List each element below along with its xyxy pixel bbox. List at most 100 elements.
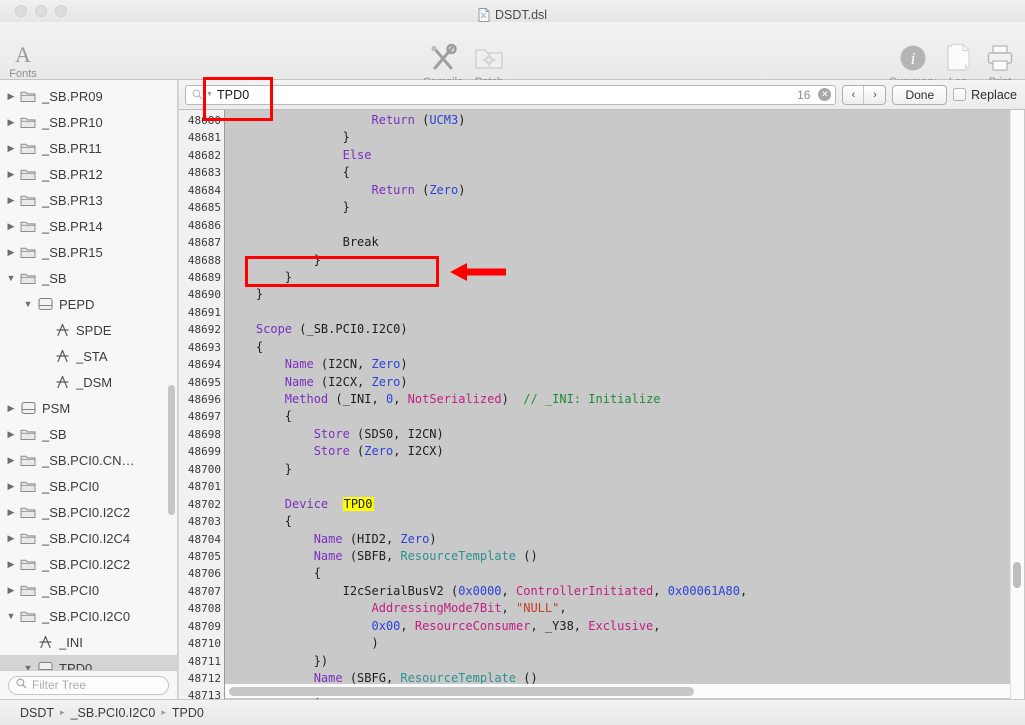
code-line[interactable]: Scope (_SB.PCI0.I2C0) bbox=[225, 321, 1025, 338]
chevron-right-icon[interactable]: ▶ bbox=[4, 455, 18, 465]
code-line[interactable]: Name (I2CX, Zero) bbox=[225, 374, 1025, 391]
breadcrumb-item[interactable]: TPD0 bbox=[172, 706, 204, 720]
chevron-down-icon[interactable]: ▼ bbox=[21, 299, 35, 309]
code-line[interactable]: Method (_INI, 0, NotSerialized) // _INI:… bbox=[225, 391, 1025, 408]
breadcrumb-item[interactable]: DSDT bbox=[20, 706, 54, 720]
chevron-right-icon[interactable]: ▶ bbox=[4, 195, 18, 205]
sidebar-item-tpd0[interactable]: ▼ TPD0 bbox=[0, 655, 177, 670]
chevron-right-icon[interactable]: ▶ bbox=[4, 559, 18, 569]
acpi-tree[interactable]: ▶ _SB.PR09 ▶ _SB.PR10 ▶ _SB.PR11 ▶ _SB.PR12 ▶ _SB… bbox=[0, 80, 177, 670]
clear-search-icon[interactable]: ✕ bbox=[818, 88, 832, 101]
breadcrumb-item[interactable]: _SB.PCI0.I2C0 bbox=[71, 706, 156, 720]
sidebar-item-sb-pr14[interactable]: ▶ _SB.PR14 bbox=[0, 213, 177, 239]
sidebar-item-sb-pr13[interactable]: ▶ _SB.PR13 bbox=[0, 187, 177, 213]
find-previous-button[interactable]: ‹ bbox=[843, 85, 865, 104]
code-line[interactable]: Name (SBFB, ResourceTemplate () bbox=[225, 548, 1025, 565]
chevron-right-icon[interactable]: ▶ bbox=[4, 481, 18, 491]
code-line[interactable]: Return (Zero) bbox=[225, 182, 1025, 199]
sidebar-item-pepd[interactable]: ▼ PEPD bbox=[0, 291, 177, 317]
sidebar-item-spde[interactable]: · SPDE bbox=[0, 317, 177, 343]
chevron-down-icon[interactable]: ▼ bbox=[4, 273, 18, 283]
code-line[interactable]: 0x00, ResourceConsumer, _Y38, Exclusive, bbox=[225, 618, 1025, 635]
code-token: , bbox=[393, 392, 408, 406]
code-line[interactable]: { bbox=[225, 565, 1025, 582]
code-line[interactable]: } bbox=[225, 461, 1025, 478]
sidebar-item-psm[interactable]: ▶ PSM bbox=[0, 395, 177, 421]
find-nav-segmented[interactable]: ‹ › bbox=[842, 84, 887, 105]
chevron-right-icon[interactable]: ▶ bbox=[4, 533, 18, 543]
code-line[interactable] bbox=[225, 217, 1025, 234]
chevron-down-icon[interactable]: ▼ bbox=[4, 611, 18, 621]
code-line[interactable]: } bbox=[225, 252, 1025, 269]
chevron-right-icon[interactable]: ▶ bbox=[4, 507, 18, 517]
editor-vertical-scrollbar[interactable] bbox=[1010, 110, 1024, 699]
chevron-right-icon[interactable]: ▶ bbox=[4, 91, 18, 101]
code-token: 0x0000 bbox=[458, 583, 502, 598]
sidebar-item-sta[interactable]: · _STA bbox=[0, 343, 177, 369]
find-input[interactable]: ▼ TPD0 16 ✕ bbox=[185, 84, 837, 105]
sidebar-item-sb-pci0-i2c2[interactable]: ▶ _SB.PCI0.I2C2 bbox=[0, 499, 177, 525]
code-line[interactable] bbox=[225, 478, 1025, 495]
folder-icon bbox=[18, 220, 38, 233]
code-line[interactable]: Name (I2CN, Zero) bbox=[225, 356, 1025, 373]
sidebar-item-sb[interactable]: ▶ _SB bbox=[0, 421, 177, 447]
chevron-right-icon[interactable]: ▶ bbox=[4, 117, 18, 127]
chevron-right-icon[interactable]: ▶ bbox=[4, 585, 18, 595]
code-line[interactable]: Device TPD0 bbox=[225, 496, 1025, 513]
find-next-button[interactable]: › bbox=[864, 86, 885, 104]
editor-horizontal-scrollbar[interactable] bbox=[225, 684, 1010, 698]
find-done-button[interactable]: Done bbox=[892, 84, 948, 105]
sidebar-item-sb[interactable]: ▼ _SB bbox=[0, 265, 177, 291]
sidebar-item-sb-pci0[interactable]: ▶ _SB.PCI0 bbox=[0, 577, 177, 603]
sidebar-item-sb-pci0-i2c2[interactable]: ▶ _SB.PCI0.I2C2 bbox=[0, 551, 177, 577]
chevron-right-icon[interactable]: ▶ bbox=[4, 169, 18, 179]
editor-vertical-scrollbar-thumb[interactable] bbox=[1013, 562, 1021, 588]
code-area[interactable]: 48680 48681 48682 48683 48684 48685 48686 48687… bbox=[179, 110, 1025, 699]
sidebar-scrollbar-thumb[interactable] bbox=[168, 385, 175, 515]
chevron-right-icon[interactable]: ▶ bbox=[4, 429, 18, 439]
code-line[interactable]: Return (UCM3) bbox=[225, 112, 1025, 129]
chevron-right-icon[interactable]: ▶ bbox=[4, 403, 18, 413]
replace-toggle[interactable]: Replace bbox=[953, 88, 1017, 102]
code-line[interactable]: Break bbox=[225, 234, 1025, 251]
sidebar-item-sb-pci0[interactable]: ▶ _SB.PCI0 bbox=[0, 473, 177, 499]
chevron-right-icon[interactable]: ▶ bbox=[4, 247, 18, 257]
sidebar-item-sb-pr12[interactable]: ▶ _SB.PR12 bbox=[0, 161, 177, 187]
chevron-down-icon[interactable]: ▼ bbox=[206, 91, 213, 98]
code-line[interactable]: { bbox=[225, 339, 1025, 356]
sidebar-item-sb-pr15[interactable]: ▶ _SB.PR15 bbox=[0, 239, 177, 265]
code-line[interactable]: { bbox=[225, 408, 1025, 425]
code-line[interactable]: ) bbox=[225, 635, 1025, 652]
filter-tree-input[interactable]: Filter Tree bbox=[8, 675, 169, 695]
code-line[interactable]: Store (Zero, I2CX) bbox=[225, 443, 1025, 460]
code-line[interactable]: }) bbox=[225, 653, 1025, 670]
replace-checkbox[interactable] bbox=[953, 88, 967, 101]
sidebar-item-ini[interactable]: · _INI bbox=[0, 629, 177, 655]
code-line[interactable]: Else bbox=[225, 147, 1025, 164]
code-line[interactable]: } bbox=[225, 286, 1025, 303]
sidebar-item-sb-pr11[interactable]: ▶ _SB.PR11 bbox=[0, 135, 177, 161]
sidebar-item-sb-pci0-i2c4[interactable]: ▶ _SB.PCI0.I2C4 bbox=[0, 525, 177, 551]
code-line[interactable]: { bbox=[225, 164, 1025, 181]
code-line[interactable]: Name (HID2, Zero) bbox=[225, 531, 1025, 548]
sidebar-item-sb-pr10[interactable]: ▶ _SB.PR10 bbox=[0, 109, 177, 135]
code-line[interactable]: } bbox=[225, 269, 1025, 286]
code-line[interactable]: I2cSerialBusV2 (0x0000, ControllerInitia… bbox=[225, 583, 1025, 600]
chevron-right-icon[interactable]: ▶ bbox=[4, 221, 18, 231]
code-line[interactable]: AddressingMode7Bit, "NULL", bbox=[225, 600, 1025, 617]
chevron-right-icon[interactable]: ▶ bbox=[4, 143, 18, 153]
line-number: 48682 bbox=[187, 148, 221, 162]
code-line[interactable]: } bbox=[225, 129, 1025, 146]
sidebar-item-sb-pr09[interactable]: ▶ _SB.PR09 bbox=[0, 83, 177, 109]
sidebar-item-sb-pci0-i2c0[interactable]: ▼ _SB.PCI0.I2C0 bbox=[0, 603, 177, 629]
sidebar-item-dsm[interactable]: · _DSM bbox=[0, 369, 177, 395]
source-code-view[interactable]: Return (UCM3) } Else { Return (Zero) } B… bbox=[225, 110, 1025, 699]
chevron-down-icon[interactable]: ▼ bbox=[21, 663, 35, 670]
sidebar-item-sb-pci0-cn[interactable]: ▶ _SB.PCI0.CN… bbox=[0, 447, 177, 473]
fonts-button[interactable]: A Fonts bbox=[0, 42, 46, 80]
editor-horizontal-scrollbar-thumb[interactable] bbox=[229, 687, 694, 696]
code-line[interactable] bbox=[225, 304, 1025, 321]
code-line[interactable]: } bbox=[225, 199, 1025, 216]
code-line[interactable]: { bbox=[225, 513, 1025, 530]
code-line[interactable]: Store (SDS0, I2CN) bbox=[225, 426, 1025, 443]
